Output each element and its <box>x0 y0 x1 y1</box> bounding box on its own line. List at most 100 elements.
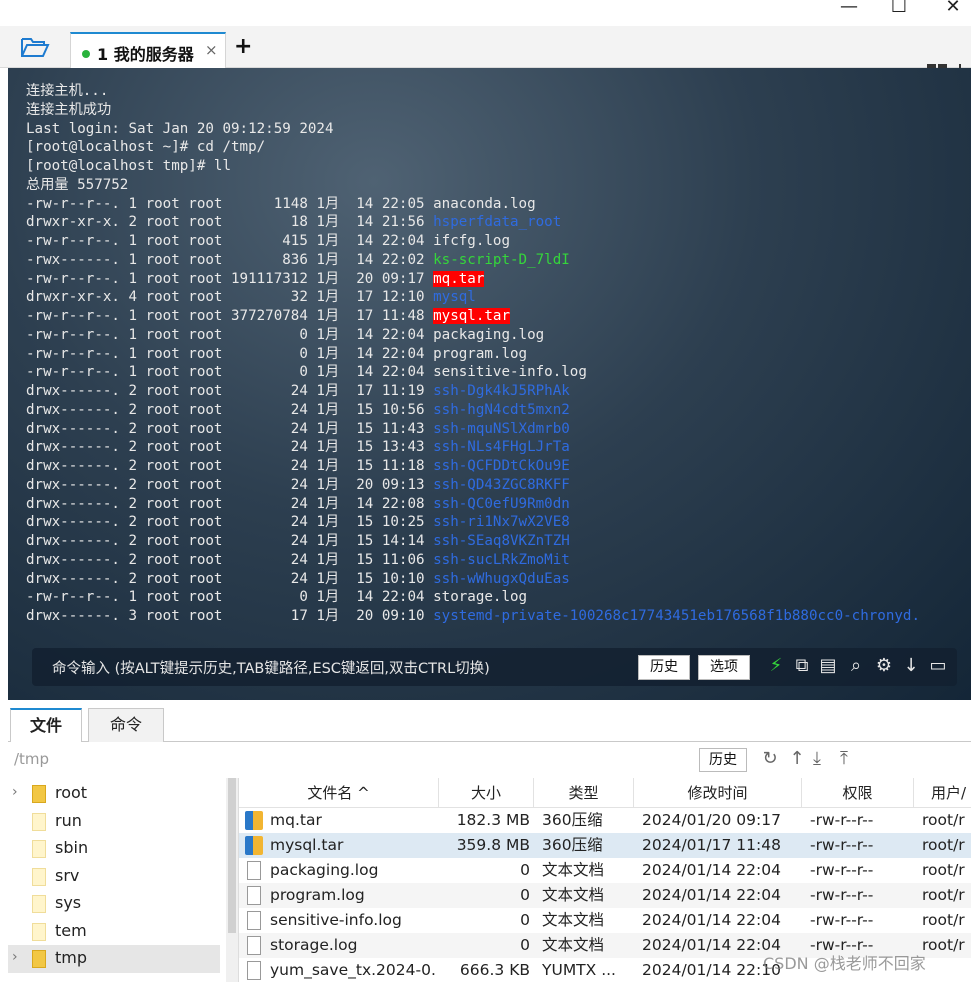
watermark: CSDN @栈老师不回家 <box>763 954 926 973</box>
terminal-segment: Last login: Sat Jan 20 09:12:59 2024 <box>26 120 334 137</box>
terminal-line: -rw-r--r--. 1 root root 191117312 1月 20 … <box>26 270 920 289</box>
tab-close-icon[interactable]: × <box>205 41 218 59</box>
history-button[interactable]: 历史 <box>638 655 690 680</box>
terminal-line: drwx------. 2 root root 24 1月 20 09:13 s… <box>26 476 920 495</box>
add-tab-button[interactable]: + <box>234 34 252 59</box>
column-header[interactable]: 文件名 ^ <box>239 778 439 808</box>
tree-scrollbar[interactable] <box>226 778 238 982</box>
tree-item-label: tmp <box>55 948 88 967</box>
tab-files[interactable]: 文件 <box>10 708 82 742</box>
minimize-button[interactable]: — <box>826 0 872 16</box>
cell-user: root/r <box>922 836 965 854</box>
terminal-segment: drwx------. 2 root root 24 1月 15 11:43 <box>26 420 434 437</box>
terminal-segment: ssh-QCFDDtCkOu9E <box>433 458 570 474</box>
terminal-line: -rw-r--r--. 1 root root 0 1月 14 22:04 se… <box>26 363 920 382</box>
terminal-segment: ssh-hgN4cdt5mxn2 <box>433 401 570 418</box>
options-button[interactable]: 选项 <box>698 655 750 680</box>
column-header[interactable]: 权限 <box>802 778 914 808</box>
terminal-segment: mysql <box>433 289 476 306</box>
maximize-button[interactable]: ☐ <box>876 0 922 16</box>
terminal-segment: drwxr-xr-x. 2 root root 18 1月 14 21:56 <box>26 214 434 231</box>
terminal-line: drwx------. 2 root root 24 1月 15 14:14 s… <box>26 532 920 551</box>
terminal-segment: hsperfdata_root <box>433 214 562 231</box>
download-icon[interactable]: ⤓ <box>807 748 827 770</box>
column-header[interactable]: 类型 <box>534 778 634 808</box>
paste-icon[interactable]: ▤ <box>818 656 838 676</box>
tree-item-sys[interactable]: sys <box>8 890 220 918</box>
path-history-button[interactable]: 历史 <box>699 748 747 772</box>
column-header[interactable]: 大小 <box>439 778 534 808</box>
window-titlebar: — ☐ ✕ <box>0 0 971 26</box>
table-row[interactable]: sensitive-info.log 0 文本文档 2024/01/14 22:04 -… <box>239 908 971 933</box>
terminal-segment: drwx------. 2 root root 24 1月 14 22:08 <box>26 495 434 512</box>
terminal-line: drwx------. 2 root root 24 1月 15 10:56 s… <box>26 401 920 420</box>
command-input[interactable]: 命令输入 (按ALT键提示历史,TAB键路径,ESC键返回,双击CTRL切换) <box>52 657 490 678</box>
document-icon <box>247 936 261 955</box>
refresh-icon[interactable]: ↻ <box>760 748 780 770</box>
copy-icon[interactable]: ⧉ <box>792 656 812 676</box>
terminal-segment: systemd-private-100268c17743451eb176568f… <box>433 608 920 624</box>
terminal-segment: ssh-QC0efU9Rm0dn <box>433 495 570 512</box>
cell-type: 文本文档 <box>542 911 605 929</box>
tree-item-tem[interactable]: tem <box>8 918 220 946</box>
terminal-line: -rwx------. 1 root root 836 1月 14 22:02 … <box>26 251 920 270</box>
command-input-bar[interactable]: 命令输入 (按ALT键提示历史,TAB键路径,ESC键返回,双击CTRL切换) … <box>32 648 957 686</box>
cell-mtime: 2024/01/14 22:04 <box>642 886 781 904</box>
connected-status-icon <box>82 50 90 58</box>
terminal-segment: ssh-Dgk4kJ5RPhAk <box>433 383 570 399</box>
cell-name: sensitive-info.log <box>270 911 402 929</box>
cell-user: root/r <box>922 861 965 879</box>
terminal-segment: drwx------. 2 root root 24 1月 15 13:43 <box>26 439 434 456</box>
cell-perm: -rw-r--r-- <box>810 911 874 929</box>
document-icon <box>247 861 261 880</box>
tree-item-run[interactable]: run <box>8 808 220 836</box>
terminal-segment: drwx------. 2 root root 24 1月 15 10:56 <box>26 401 434 418</box>
fullscreen-icon[interactable]: ▭ <box>928 656 948 676</box>
cell-name: program.log <box>270 886 365 904</box>
tree-item-label: sbin <box>55 838 89 857</box>
up-dir-icon[interactable]: ↑ <box>787 748 807 770</box>
document-icon <box>247 911 261 930</box>
chevron-right-icon[interactable]: › <box>12 949 18 965</box>
column-header[interactable]: 修改时间 <box>634 778 802 808</box>
terminal-line: Last login: Sat Jan 20 09:12:59 2024 <box>26 120 920 139</box>
tree-item-root[interactable]: › root <box>8 780 220 808</box>
tab-my-server[interactable]: 1 我的服务器 × <box>70 32 226 68</box>
gear-icon[interactable]: ⚙ <box>874 656 894 676</box>
path-input[interactable]: /tmp <box>14 750 49 768</box>
cell-user: root/r <box>922 936 965 954</box>
upload-icon[interactable]: ⤒ <box>834 748 854 770</box>
search-icon[interactable]: ⌕ <box>846 656 866 676</box>
terminal-segment: drwx------. 2 root root 24 1月 15 14:14 <box>26 533 434 549</box>
lightning-icon[interactable]: ⚡ <box>766 656 786 676</box>
table-row[interactable]: mysql.tar 359.8 MB 360压缩 2024/01/17 11:48 -r… <box>239 833 971 858</box>
table-row[interactable]: packaging.log 0 文本文档 2024/01/14 22:04 -rw-r-… <box>239 858 971 883</box>
folder-open-icon[interactable] <box>20 36 50 62</box>
tab-commands[interactable]: 命令 <box>88 708 164 742</box>
cell-user <box>922 958 971 982</box>
terminal-line: drwx------. 2 root root 24 1月 15 10:10 s… <box>26 570 920 589</box>
archive-icon <box>245 811 263 830</box>
terminal-segment: storage.log <box>433 589 528 606</box>
download-icon[interactable]: ↓ <box>901 656 921 676</box>
cell-mtime: 2024/01/14 22:04 <box>642 861 781 879</box>
cell-size: 0 <box>520 886 530 904</box>
cell-type: YUMTX ... <box>542 961 616 979</box>
tree-item-tmp[interactable]: › tmp <box>8 945 220 973</box>
folder-icon <box>32 950 46 968</box>
terminal-pane[interactable]: 连接主机... 连接主机成功 Last login: Sat Jan 20 09:1… <box>8 68 971 700</box>
terminal-line: drwx------. 2 root root 24 1月 15 11:43 s… <box>26 420 920 439</box>
terminal-segment: -rw-r--r--. 1 root root 0 1月 14 22:04 <box>26 326 434 343</box>
chevron-right-icon[interactable]: › <box>12 784 18 800</box>
terminal-segment: -rw-r--r--. 1 root root 0 1月 14 22:04 <box>26 345 434 362</box>
terminal-line: -rw-r--r--. 1 root root 377270784 1月 17 … <box>26 307 920 326</box>
table-row[interactable]: mq.tar 182.3 MB 360压缩 2024/01/20 09:17 -rw-r… <box>239 808 971 833</box>
tree-item-sbin[interactable]: sbin <box>8 835 220 863</box>
cell-size: 182.3 MB <box>456 811 530 829</box>
column-header[interactable]: 用户/ <box>914 778 971 808</box>
tree-item-srv[interactable]: srv <box>8 863 220 891</box>
cell-size: 359.8 MB <box>456 836 530 854</box>
table-row[interactable]: program.log 0 文本文档 2024/01/14 22:04 -rw-r--r… <box>239 883 971 908</box>
cell-type: 文本文档 <box>542 936 605 954</box>
close-window-button[interactable]: ✕ <box>930 0 971 16</box>
